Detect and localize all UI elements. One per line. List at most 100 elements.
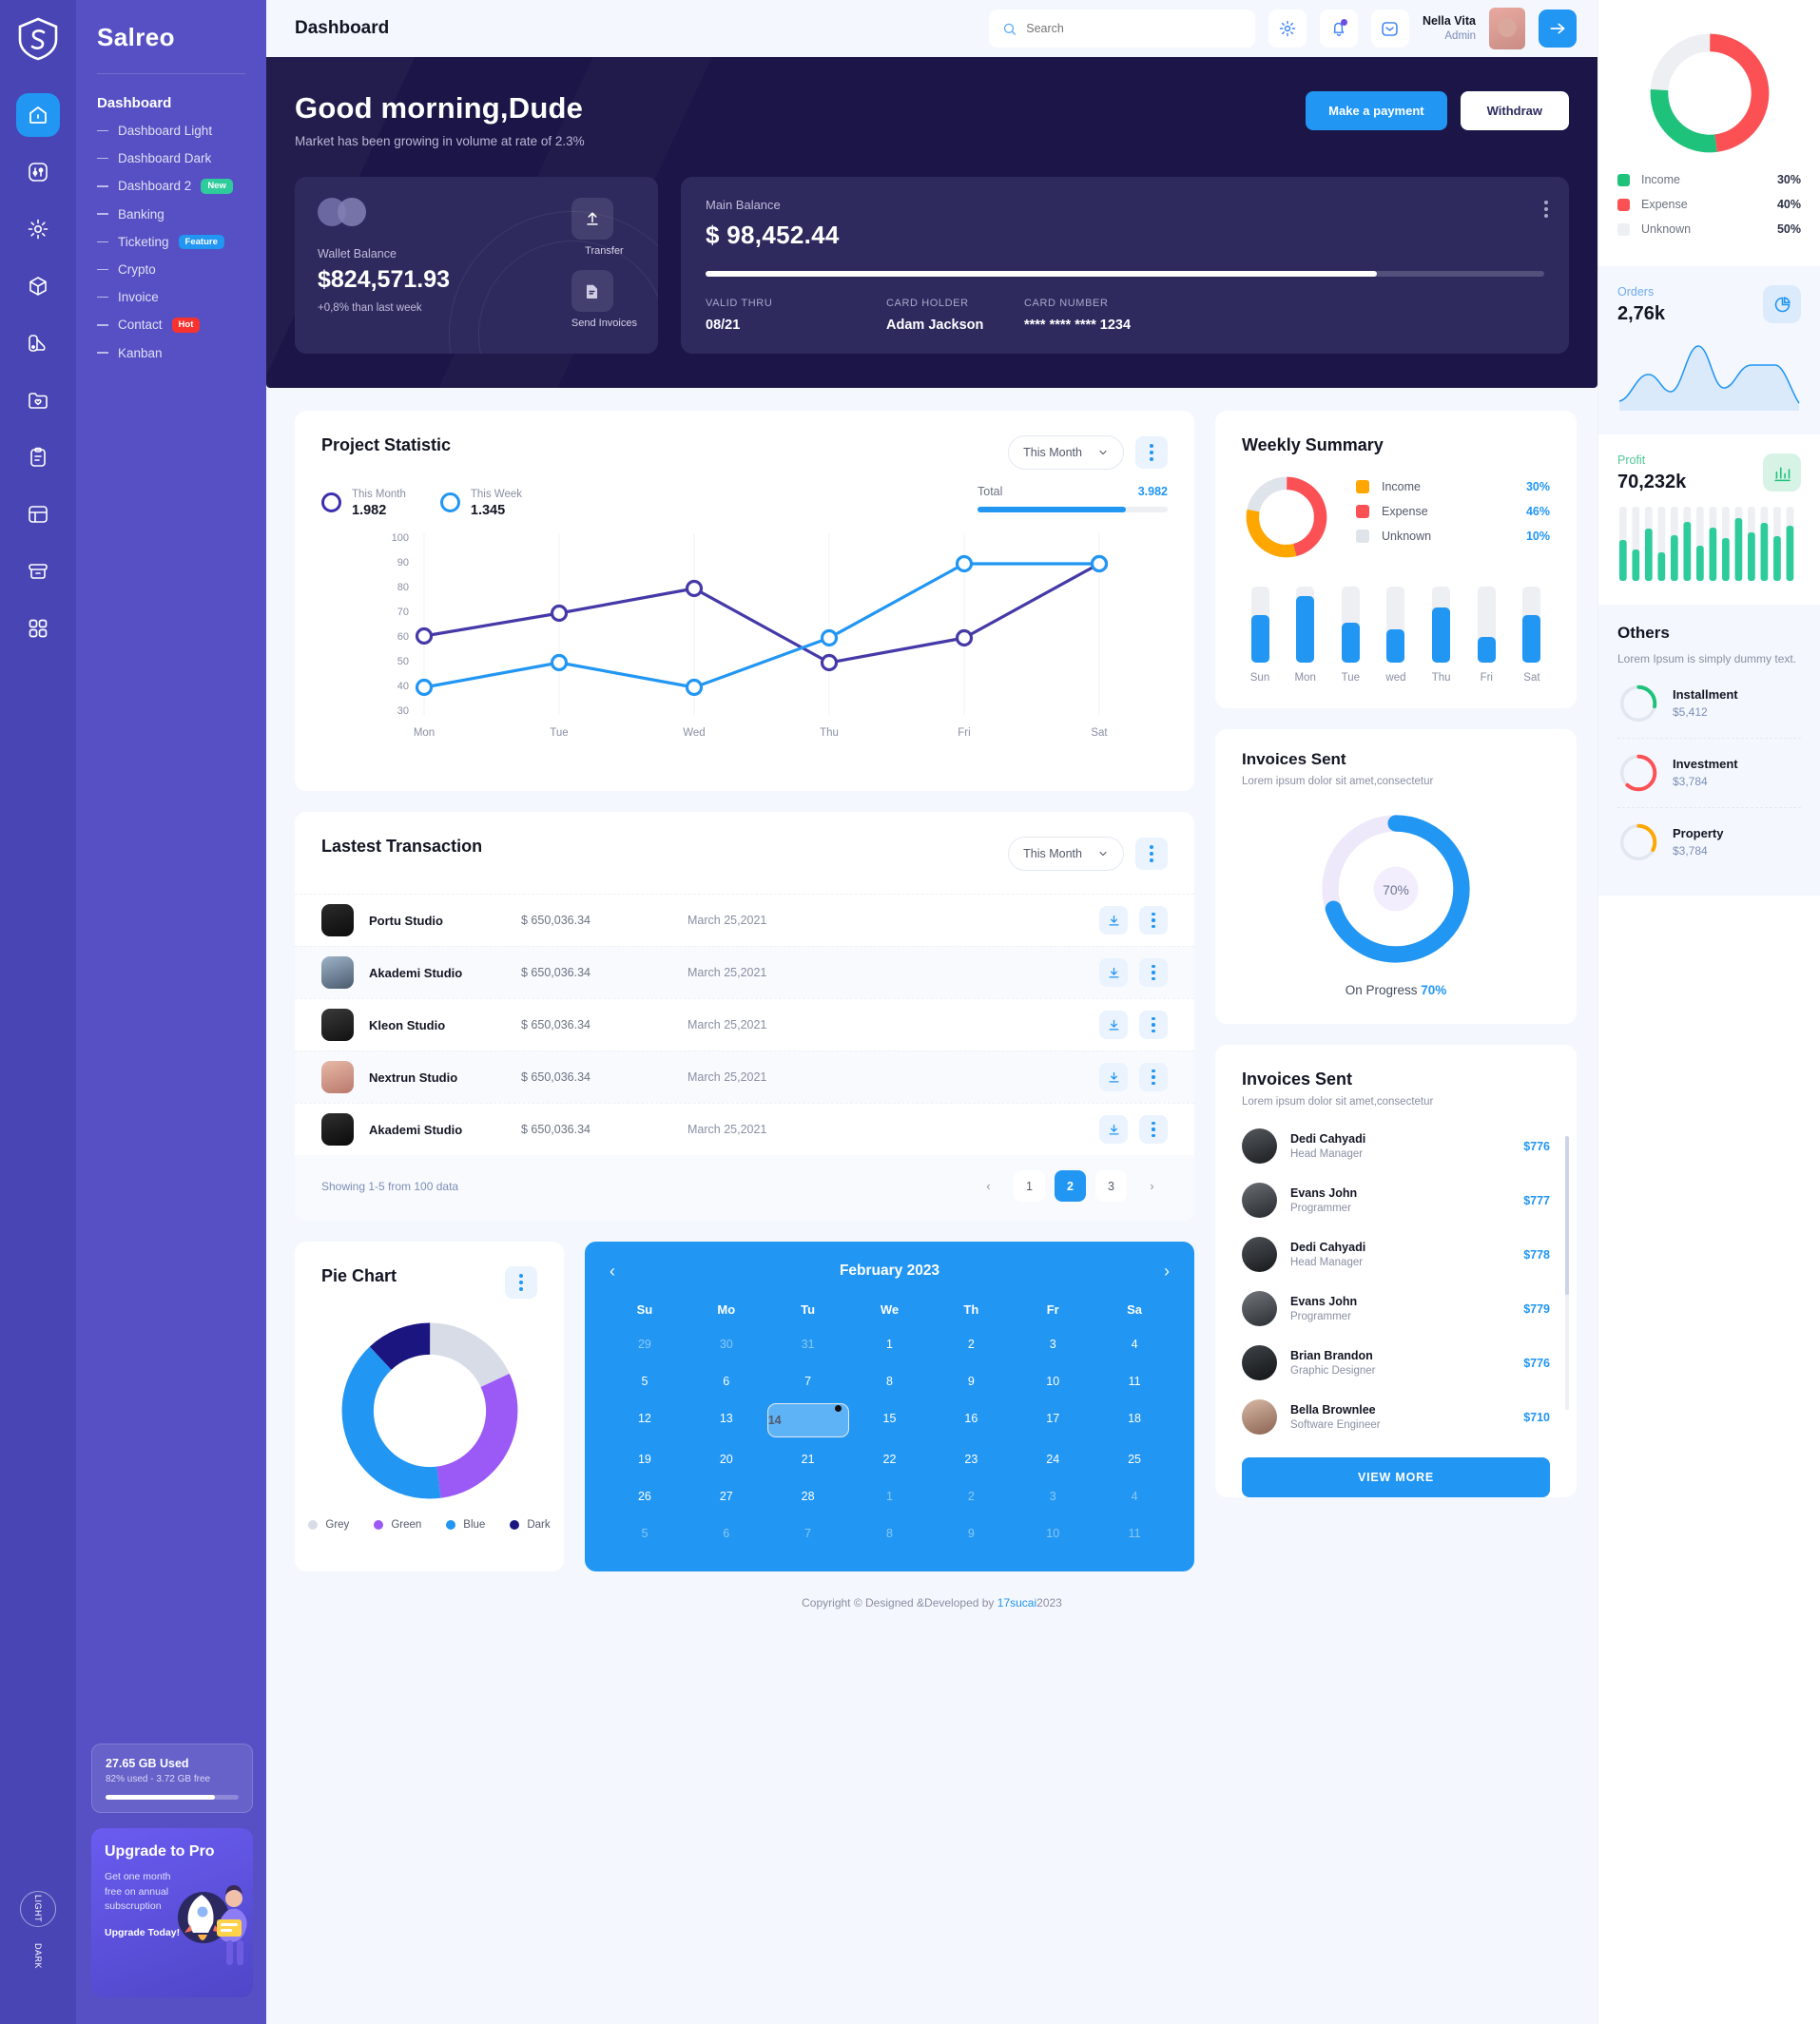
- calendar-day[interactable]: 3: [1012, 1481, 1094, 1512]
- logout-button[interactable]: [1539, 10, 1577, 48]
- page-3-button[interactable]: 3: [1095, 1170, 1127, 1203]
- page-next-button[interactable]: ›: [1136, 1170, 1168, 1202]
- sidebar-item-crypto[interactable]: Crypto: [76, 256, 266, 283]
- calendar-day[interactable]: 3: [1012, 1329, 1094, 1359]
- sidebar-item-invoice[interactable]: Invoice: [76, 283, 266, 311]
- transfer-button[interactable]: [571, 198, 613, 240]
- calendar-day[interactable]: 31: [767, 1329, 849, 1359]
- search-box[interactable]: [988, 10, 1255, 48]
- download-button[interactable]: [1099, 906, 1128, 935]
- transfer-action[interactable]: Transfer: [571, 198, 637, 257]
- rail-item-layout[interactable]: [16, 492, 60, 536]
- send-invoices-button[interactable]: [571, 270, 613, 312]
- rail-item-settings[interactable]: [16, 207, 60, 251]
- download-button[interactable]: [1099, 1115, 1128, 1145]
- list-item[interactable]: Brian Brandon Graphic Designer $776: [1215, 1336, 1577, 1390]
- table-row[interactable]: Akademi Studio $ 650,036.34 March 25,202…: [295, 946, 1194, 999]
- calendar-day[interactable]: 9: [930, 1518, 1012, 1549]
- calendar-day[interactable]: 15: [849, 1403, 931, 1437]
- rail-item-home[interactable]: [16, 93, 60, 137]
- calendar-day[interactable]: 12: [604, 1403, 686, 1437]
- calendar-day[interactable]: 10: [1012, 1366, 1094, 1397]
- withdraw-button[interactable]: Withdraw: [1460, 91, 1569, 130]
- sidebar-item-dashboard-light[interactable]: Dashboard Light: [76, 117, 266, 145]
- list-item[interactable]: Evans John Programmer $779: [1215, 1282, 1577, 1336]
- calendar-day[interactable]: 24: [1012, 1444, 1094, 1475]
- calendar-day[interactable]: 21: [767, 1444, 849, 1475]
- page-prev-button[interactable]: ‹: [973, 1170, 1004, 1202]
- others-item-investment[interactable]: Investment $3,784: [1617, 739, 1801, 808]
- make-payment-button[interactable]: Make a payment: [1306, 91, 1447, 130]
- calendar-day[interactable]: 13: [686, 1403, 767, 1437]
- download-button[interactable]: [1099, 958, 1128, 988]
- calendar-day-selected[interactable]: 14: [766, 1403, 849, 1438]
- balance-menu-button[interactable]: [1544, 198, 1548, 221]
- calendar-day[interactable]: 6: [686, 1366, 767, 1397]
- transactions-menu-button[interactable]: [1135, 838, 1168, 871]
- calendar-day[interactable]: 25: [1094, 1444, 1175, 1475]
- rail-item-controls[interactable]: [16, 150, 60, 194]
- send-invoices-action[interactable]: Send Invoices: [571, 270, 637, 329]
- project-range-select[interactable]: This Month: [1008, 435, 1124, 470]
- calendar-day[interactable]: 1: [849, 1329, 931, 1359]
- calendar-day[interactable]: 6: [686, 1518, 767, 1549]
- calendar-day[interactable]: 5: [604, 1366, 686, 1397]
- calendar-day[interactable]: 7: [767, 1366, 849, 1397]
- calendar-day[interactable]: 22: [849, 1444, 931, 1475]
- page-2-button[interactable]: 2: [1055, 1170, 1086, 1203]
- table-row[interactable]: Portu Studio $ 650,036.34 March 25,2021: [295, 894, 1194, 946]
- calendar-day[interactable]: 4: [1094, 1329, 1175, 1359]
- view-more-button[interactable]: VIEW MORE: [1242, 1457, 1550, 1497]
- calendar-next-button[interactable]: ›: [1164, 1263, 1170, 1280]
- calendar-day[interactable]: 19: [604, 1444, 686, 1475]
- calendar-day[interactable]: 5: [604, 1518, 686, 1549]
- sidebar-item-kanban[interactable]: Kanban: [76, 339, 266, 367]
- rail-item-archive[interactable]: [16, 549, 60, 593]
- calendar-day[interactable]: 23: [930, 1444, 1012, 1475]
- calendar-day[interactable]: 2: [930, 1329, 1012, 1359]
- others-item-property[interactable]: Property $3,784: [1617, 808, 1801, 877]
- avatar[interactable]: [1489, 8, 1525, 49]
- row-menu-button[interactable]: [1139, 906, 1168, 935]
- footer-link[interactable]: 17sucai: [997, 1596, 1036, 1610]
- list-item[interactable]: Dedi Cahyadi Head Manager $778: [1215, 1227, 1577, 1282]
- calendar-day[interactable]: 2: [930, 1481, 1012, 1512]
- calendar-day[interactable]: 20: [686, 1444, 767, 1475]
- calendar-day[interactable]: 17: [1012, 1403, 1094, 1437]
- table-row[interactable]: Nextrun Studio $ 650,036.34 March 25,202…: [295, 1051, 1194, 1104]
- transactions-range-select[interactable]: This Month: [1008, 837, 1124, 872]
- sidebar-item-contact[interactable]: Contact Hot: [76, 311, 266, 339]
- download-button[interactable]: [1099, 1063, 1128, 1092]
- sidebar-item-banking[interactable]: Banking: [76, 201, 266, 228]
- project-menu-button[interactable]: [1135, 436, 1168, 469]
- scrollbar-thumb[interactable]: [1565, 1136, 1569, 1296]
- calendar-day[interactable]: 7: [767, 1518, 849, 1549]
- messages-button[interactable]: [1370, 10, 1409, 48]
- calendar-prev-button[interactable]: ‹: [610, 1263, 615, 1280]
- calendar-day[interactable]: 4: [1094, 1481, 1175, 1512]
- calendar-day[interactable]: 26: [604, 1481, 686, 1512]
- download-button[interactable]: [1099, 1011, 1128, 1040]
- list-item[interactable]: Dedi Cahyadi Head Manager $776: [1215, 1119, 1577, 1173]
- row-menu-button[interactable]: [1139, 958, 1168, 988]
- scrollbar-track[interactable]: [1565, 1136, 1569, 1410]
- calendar-day[interactable]: 28: [767, 1481, 849, 1512]
- list-item[interactable]: Bella Brownlee Software Engineer $710: [1215, 1390, 1577, 1444]
- invoices-scroll-area[interactable]: Dedi Cahyadi Head Manager $776 Evans John…: [1215, 1111, 1577, 1444]
- calendar-day[interactable]: 1: [849, 1481, 931, 1512]
- row-menu-button[interactable]: [1139, 1011, 1168, 1040]
- calendar-day[interactable]: 16: [930, 1403, 1012, 1437]
- row-menu-button[interactable]: [1139, 1063, 1168, 1092]
- rail-item-design[interactable]: [16, 321, 60, 365]
- sidebar-item-ticketing[interactable]: Ticketing Feature: [76, 228, 266, 257]
- calendar-day[interactable]: 18: [1094, 1403, 1175, 1437]
- calendar-day[interactable]: 8: [849, 1366, 931, 1397]
- row-menu-button[interactable]: [1139, 1115, 1168, 1145]
- upgrade-card[interactable]: Upgrade to Pro Get one month free on ann…: [91, 1828, 253, 1997]
- page-1-button[interactable]: 1: [1014, 1170, 1045, 1203]
- rail-item-apps[interactable]: [16, 607, 60, 650]
- notifications-button[interactable]: [1319, 10, 1358, 48]
- settings-button[interactable]: [1268, 10, 1307, 48]
- list-item[interactable]: Evans John Programmer $777: [1215, 1173, 1577, 1227]
- rail-item-package[interactable]: [16, 264, 60, 308]
